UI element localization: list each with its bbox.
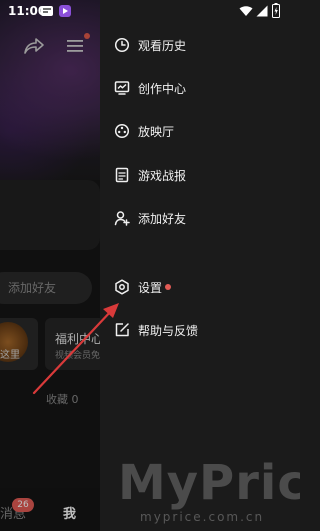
- settings-notification-dot: [165, 284, 171, 290]
- drawer-item-help-feedback[interactable]: 帮助与反馈: [100, 312, 300, 348]
- notification-icon: [41, 6, 53, 16]
- drawer-item-label: 创作中心: [138, 81, 187, 96]
- drawer-item-creator-center[interactable]: 创作中心: [100, 70, 300, 106]
- drawer-scrim[interactable]: [0, 0, 100, 531]
- creator-icon: [114, 81, 130, 95]
- side-drawer: 观看历史 创作中心 放映厅 游戏战报 添加好友 设置 帮助与反馈: [100, 0, 300, 531]
- settings-icon: [115, 279, 129, 295]
- signal-icon: [256, 5, 268, 17]
- drawer-item-label: 设置: [138, 280, 163, 295]
- drawer-item-screening-room[interactable]: 放映厅: [100, 113, 300, 149]
- add-user-icon: [114, 211, 130, 226]
- drawer-item-add-friend[interactable]: 添加好友: [100, 200, 300, 236]
- drawer-item-settings[interactable]: 设置: [100, 269, 300, 305]
- drawer-item-label: 添加好友: [138, 211, 187, 226]
- edit-feedback-icon: [115, 323, 129, 337]
- drawer-item-label: 游戏战报: [138, 168, 187, 183]
- clock-icon: [114, 37, 130, 53]
- film-reel-icon: [114, 123, 130, 139]
- document-icon: [115, 167, 129, 183]
- status-bar: 11:00: [0, 0, 300, 22]
- drawer-item-watch-history[interactable]: 观看历史: [100, 27, 300, 63]
- watermark-logo: MyPrice: [118, 455, 300, 511]
- screen: 添加好友 这里 福利中心 视频会员免 收藏 0 消息 26 我 观看历史 创作中…: [0, 0, 300, 531]
- wifi-icon: [239, 6, 253, 16]
- battery-icon: [272, 3, 280, 18]
- app-icon: [59, 5, 71, 17]
- background-app: 添加好友 这里 福利中心 视频会员免 收藏 0 消息 26 我: [0, 0, 100, 531]
- drawer-item-label: 帮助与反馈: [138, 323, 199, 338]
- watermark-url: myprice.com.cn: [140, 510, 265, 524]
- drawer-item-game-report[interactable]: 游戏战报: [100, 157, 300, 193]
- drawer-item-label: 放映厅: [138, 124, 175, 139]
- drawer-item-label: 观看历史: [138, 38, 187, 53]
